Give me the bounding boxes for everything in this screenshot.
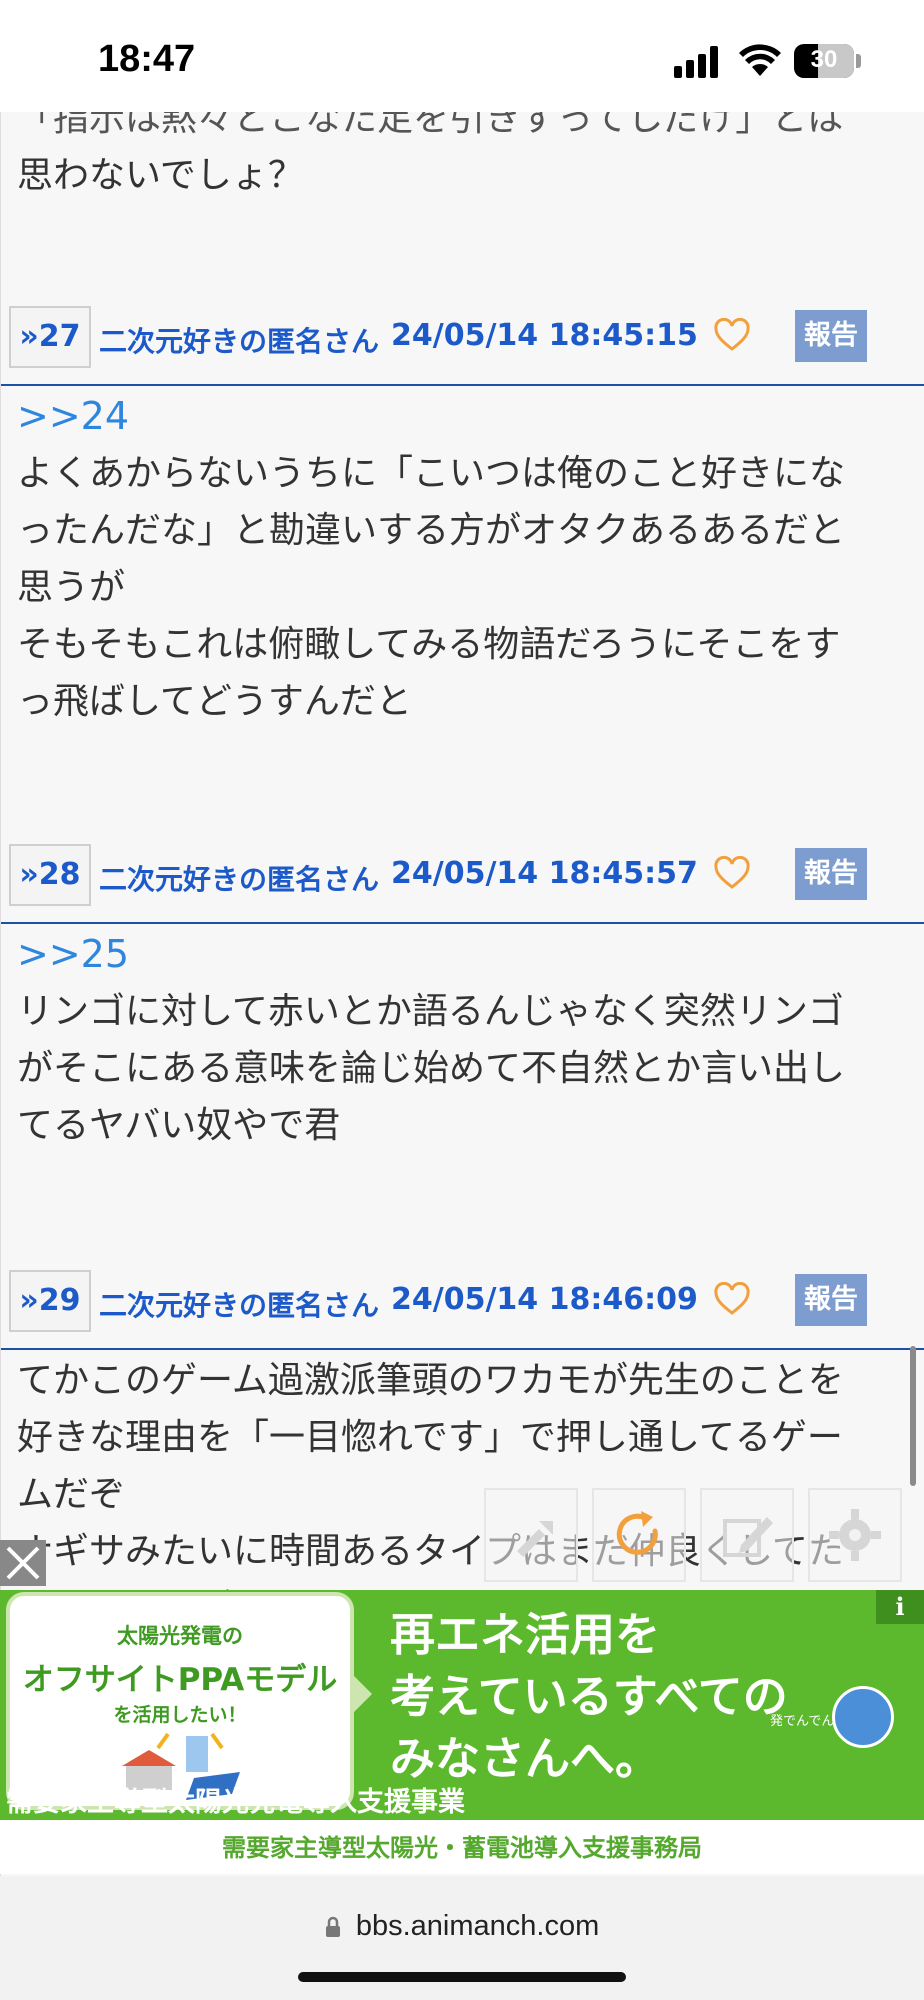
battery-icon: 30: [794, 44, 854, 78]
ad-main-copy: 再エネ活用を 考えているすべての みなさんへ。: [390, 1604, 788, 1790]
edit-icon: [723, 1517, 773, 1557]
report-button[interactable]: 報告: [795, 310, 867, 362]
ad-close-button[interactable]: [0, 1540, 46, 1586]
post-line: ったんだな」と勘違いする方がオタクあるあるだと: [17, 510, 846, 551]
settings-button[interactable]: [808, 1488, 902, 1582]
post-line: よくあからないうちに「こいつは俺のこと好きにな: [17, 453, 846, 494]
battery-level: 30: [810, 46, 838, 73]
cellular-signal-icon: [674, 46, 724, 78]
post-author: 二次元好きの匿名さん: [99, 863, 380, 896]
post-number-button[interactable]: »28: [9, 844, 91, 906]
edit-button[interactable]: [700, 1488, 794, 1582]
home-indicator[interactable]: [298, 1972, 626, 1982]
browser-address-bar[interactable]: bbs.animanch.com: [0, 1876, 924, 2000]
post-line: 好きな理由を「一目惚れです」で押し通してるゲー: [17, 1417, 843, 1458]
heart-icon[interactable]: [713, 856, 751, 890]
ad-left-headline: オフサイトPPAモデル: [22, 1662, 338, 1698]
post-line: リンゴに対して赤いとか語るんじゃなく突然リンゴ: [17, 991, 844, 1032]
reload-button[interactable]: [592, 1488, 686, 1582]
ad-arrow: [354, 1676, 372, 1712]
heart-icon[interactable]: [713, 318, 751, 352]
post-line: っ飛ばしてどうすんだと: [17, 681, 412, 722]
url-text: bbs.animanch.com: [355, 1910, 600, 1942]
ad-info-icon[interactable]: i: [876, 1590, 924, 1624]
post-body-28: >>25 リンゴに対して赤いとか語るんじゃなく突然リンゴ がそこにある意味を論じ…: [17, 926, 845, 1154]
post-line: 思わないでしょ？: [17, 155, 304, 196]
wifi-icon: [739, 44, 781, 76]
close-icon: [6, 1546, 40, 1580]
scroll-up-button[interactable]: [484, 1488, 578, 1582]
settings-icon: [829, 1509, 881, 1561]
post-author: 二次元好きの匿名さん: [99, 1289, 380, 1322]
reply-anchor-link[interactable]: >>25: [17, 926, 845, 983]
reload-icon: [616, 1511, 658, 1555]
post-line: てるヤバい奴やで君: [17, 1105, 341, 1146]
post-header-28: »28 二次元好きの匿名さん 24/05/14 18:45:57 報告: [1, 836, 924, 924]
ad-left-small-bottom: を活用したい！: [113, 1704, 247, 1726]
up-icon: [517, 1521, 553, 1557]
post-date: 24/05/14 18:46:09: [391, 1282, 698, 1317]
report-button[interactable]: 報告: [795, 848, 867, 900]
scrollbar[interactable]: [910, 1346, 916, 1486]
ad-logo: 発でんでん: [770, 1714, 835, 1729]
ad-left-small-top: 太陽光発電の: [117, 1624, 243, 1648]
status-bar: 18:47 30: [0, 0, 924, 112]
post-number-button[interactable]: »27: [9, 306, 91, 368]
globe-icon: [832, 1686, 894, 1748]
status-time: 18:47: [98, 38, 196, 80]
ad-program-name: 需要家主導型太陽光発電導入支援事業: [6, 1787, 465, 1818]
post-line: そもそもこれは俯瞰してみる物語だろうにそこをす: [17, 624, 841, 665]
report-button[interactable]: 報告: [795, 1274, 867, 1326]
heart-icon[interactable]: [713, 1282, 751, 1316]
post-date: 24/05/14 18:45:15: [391, 318, 698, 353]
post-line: 思うが: [17, 567, 126, 608]
reply-anchor-link[interactable]: >>24: [17, 388, 845, 445]
post-author: 二次元好きの匿名さん: [99, 325, 380, 358]
post-line: がそこにある意味を論じ始めて不自然とか言い出し: [17, 1048, 846, 1089]
ad-banner[interactable]: 太陽光発電の オフサイトPPAモデル を活用したい！ 再エネ活用を 考えているす…: [0, 1590, 924, 1874]
post-body-fragment: 「指示は黙々とこなた足を引きずってしだけ」とは 思わないでしょ？: [17, 112, 843, 204]
battery-nub: [856, 54, 861, 68]
ad-left-panel: 太陽光発電の オフサイトPPAモデル を活用したい！: [6, 1592, 354, 1810]
post-header-27: »27 二次元好きの匿名さん 24/05/14 18:45:15 報告: [1, 298, 924, 386]
post-date: 24/05/14 18:45:57: [391, 856, 698, 891]
post-body-27: >>24 よくあからないうちに「こいつは俺のこと好きにな ったんだな」と勘違いす…: [17, 388, 845, 730]
post-line: 「指示は黙々とこなた足を引きずってしだけ」とは: [17, 112, 844, 139]
lock-icon: [325, 1916, 340, 1937]
post-header-29: »29 二次元好きの匿名さん 24/05/14 18:46:09 報告: [1, 1262, 924, 1350]
ad-footer-text: 需要家主導型太陽光・蓄電池導入支援事務局: [222, 1834, 702, 1862]
ad-main-line: 考えているすべての: [390, 1670, 788, 1723]
post-line: てかこのゲーム過激派筆頭のワカモが先生のことを: [17, 1360, 844, 1401]
post-number-button[interactable]: »29: [9, 1270, 91, 1332]
ad-footer: 需要家主導型太陽光・蓄電池導入支援事務局: [0, 1820, 924, 1874]
ad-main-line: 再エネ活用を: [390, 1608, 661, 1661]
url-display[interactable]: bbs.animanch.com: [0, 1910, 924, 1943]
